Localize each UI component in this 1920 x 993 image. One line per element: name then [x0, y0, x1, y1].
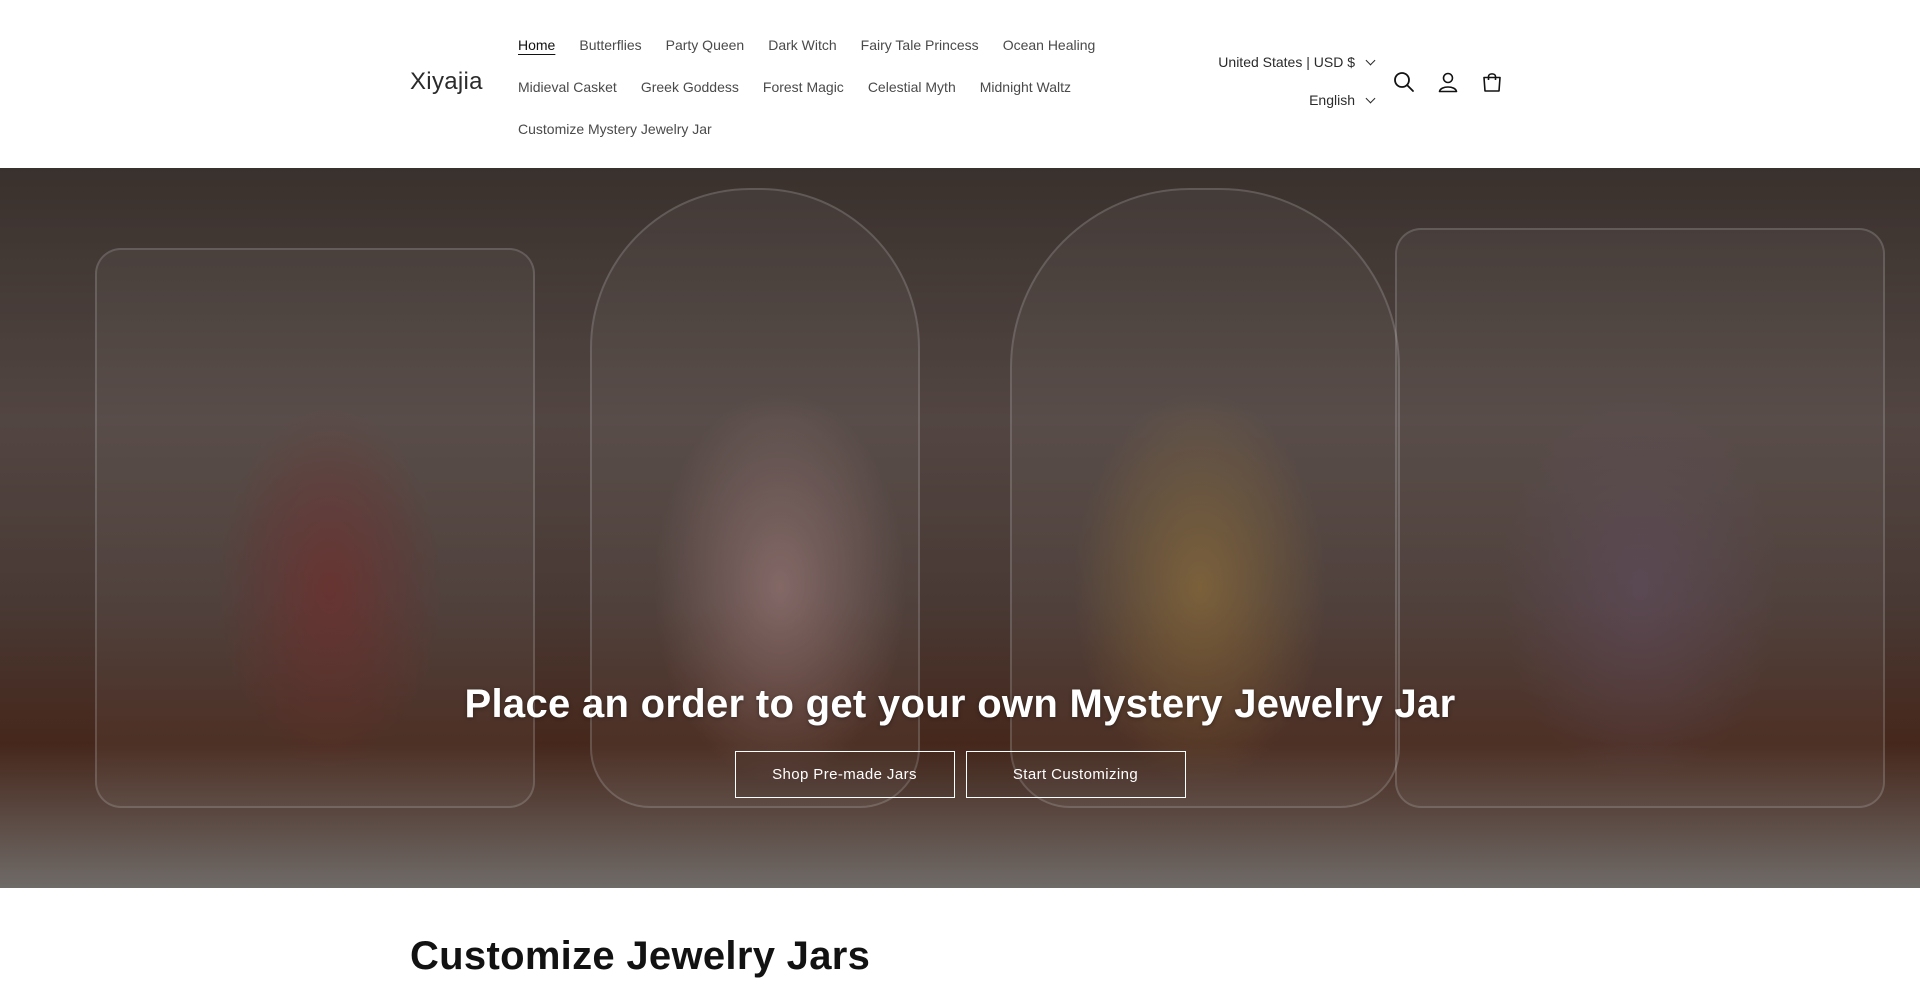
- nav-item-fairy-tale-princess[interactable]: Fairy Tale Princess: [861, 37, 979, 53]
- account-icon[interactable]: [1436, 70, 1460, 94]
- nav-item-customize-mystery-jewelry-jar[interactable]: Customize Mystery Jewelry Jar: [518, 121, 712, 137]
- section-heading: Customize Jewelry Jars: [410, 934, 871, 978]
- nav-row-3: Customize Mystery Jewelry Jar: [518, 108, 1138, 150]
- country-selector[interactable]: United States | USD $: [1218, 52, 1376, 72]
- hero-title: Place an order to get your own Mystery J…: [464, 682, 1456, 726]
- store-logo[interactable]: Xiyajia: [410, 68, 483, 96]
- language-selector-label: English: [1309, 92, 1355, 108]
- nav-item-party-queen[interactable]: Party Queen: [666, 37, 745, 53]
- nav-item-ocean-healing[interactable]: Ocean Healing: [1003, 37, 1096, 53]
- chevron-down-icon: [1365, 93, 1376, 103]
- shop-pre-made-jars-button[interactable]: Shop Pre-made Jars: [734, 751, 955, 798]
- nav-item-celestial-myth[interactable]: Celestial Myth: [868, 79, 956, 95]
- hero-banner: Place an order to get your own Mystery J…: [0, 168, 1920, 888]
- nav-row-1: Home Butterflies Party Queen Dark Witch …: [518, 24, 1138, 66]
- language-selector[interactable]: English: [1218, 90, 1376, 110]
- nav-item-midieval-casket[interactable]: Midieval Casket: [518, 79, 617, 95]
- nav-row-2: Midieval Casket Greek Goddess Forest Mag…: [518, 66, 1138, 108]
- cart-icon[interactable]: [1480, 70, 1504, 94]
- main-navigation: Home Butterflies Party Queen Dark Witch …: [518, 24, 1138, 150]
- localization-selectors: United States | USD $ English: [1218, 52, 1376, 110]
- search-icon[interactable]: [1392, 70, 1416, 94]
- nav-item-dark-witch[interactable]: Dark Witch: [768, 37, 836, 53]
- nav-item-forest-magic[interactable]: Forest Magic: [763, 79, 844, 95]
- country-selector-label: United States | USD $: [1218, 54, 1355, 70]
- nav-item-butterflies[interactable]: Butterflies: [579, 37, 641, 53]
- chevron-down-icon: [1365, 55, 1376, 65]
- nav-item-midnight-waltz[interactable]: Midnight Waltz: [980, 79, 1071, 95]
- site-header: Xiyajia Home Butterflies Party Queen Dar…: [0, 0, 1920, 168]
- hero-buttons: Shop Pre-made Jars Start Customizing: [0, 751, 1920, 798]
- start-customizing-button[interactable]: Start Customizing: [965, 751, 1186, 798]
- header-icons: [1392, 70, 1504, 94]
- nav-item-home[interactable]: Home: [518, 37, 555, 53]
- nav-item-greek-goddess[interactable]: Greek Goddess: [641, 79, 739, 95]
